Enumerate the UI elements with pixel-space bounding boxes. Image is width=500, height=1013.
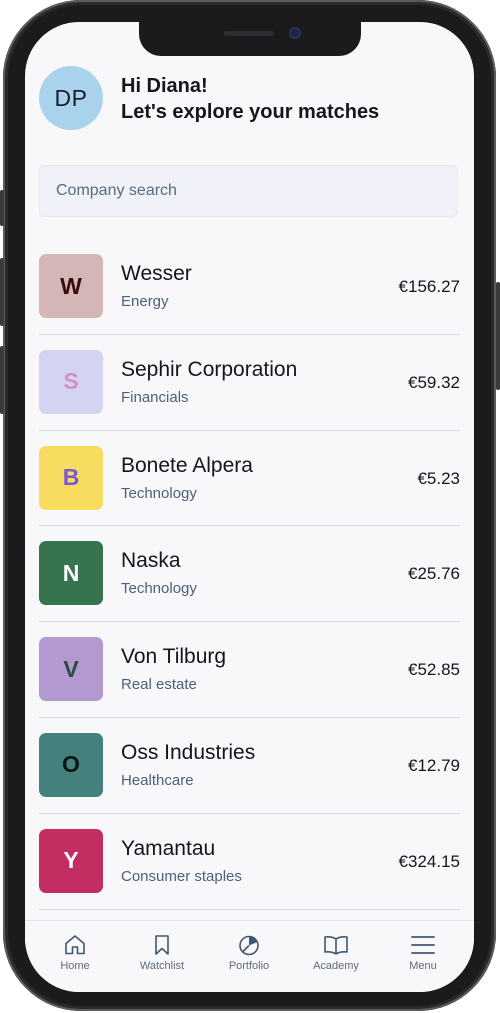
company-name: Naska [121, 549, 181, 573]
nav-portfolio-label: Portfolio [228, 960, 270, 972]
company-name: Wesser [121, 262, 192, 285]
company-name: Sephir Corporation [121, 357, 298, 381]
company-logo: S [39, 349, 103, 414]
company-logo: Y [39, 828, 103, 893]
book-icon [324, 936, 348, 955]
bottom-nav: Home Watchlist Portfolio Academy Menu [25, 920, 474, 992]
company-price: €12.79 [408, 755, 460, 775]
company-logo-initial: W [60, 272, 82, 299]
greeting-title: Hi Diana! [121, 75, 208, 97]
nav-watchlist[interactable]: Watchlist [119, 921, 205, 981]
company-row-bonete-alpera[interactable]: B Bonete Alpera Technology €5.23 [39, 431, 460, 527]
greeting-subtitle: Let's explore your matches [121, 101, 380, 123]
company-price: €52.85 [408, 660, 460, 680]
company-row-von-tilburg[interactable]: V Von Tilburg Real estate €52.85 [39, 622, 460, 718]
company-sector: Technology [121, 580, 197, 598]
company-search[interactable] [39, 165, 458, 217]
company-name: Yamantau [121, 836, 216, 860]
company-price: €59.32 [408, 372, 460, 392]
front-camera [289, 27, 301, 39]
company-sector: Real estate [121, 676, 197, 694]
company-sector: Consumer staples [121, 867, 242, 885]
company-logo: O [39, 732, 103, 797]
speaker [224, 31, 274, 36]
company-logo-initial: N [62, 559, 80, 586]
nav-home[interactable]: Home [32, 921, 118, 981]
bookmark-icon [155, 935, 169, 955]
avatar-initials: DP [54, 84, 88, 111]
company-row-sephir-corporation[interactable]: S Sephir Corporation Financials €59.32 [39, 335, 460, 431]
company-logo-initial: O [62, 751, 80, 778]
company-sector: Financials [121, 388, 189, 406]
nav-academy-label: Academy [313, 960, 359, 972]
company-price: €5.23 [417, 468, 460, 488]
search-input[interactable] [40, 166, 457, 216]
power-button [496, 282, 500, 390]
pie-chart-icon [239, 935, 259, 956]
company-logo: B [39, 445, 103, 510]
company-sector: Technology [121, 484, 197, 502]
nav-menu[interactable]: Menu [380, 921, 466, 981]
home-icon [65, 935, 85, 955]
company-price: €156.27 [398, 277, 460, 296]
nav-portfolio[interactable]: Portfolio [206, 921, 292, 981]
nav-watchlist-label: Watchlist [139, 960, 185, 972]
company-sector: Healthcare [121, 771, 194, 789]
company-logo-initial: Y [63, 847, 79, 874]
company-price: €25.76 [408, 564, 460, 584]
company-name: Oss Industries [121, 740, 256, 764]
avatar[interactable]: DP [39, 66, 103, 130]
nav-academy[interactable]: Academy [293, 921, 379, 981]
company-logo-initial: S [63, 368, 79, 395]
company-name: Von Tilburg [121, 645, 227, 669]
company-price: €324.15 [398, 851, 460, 871]
company-row-wesser[interactable]: W Wesser Energy €156.27 [39, 239, 460, 335]
company-row-oss-industries[interactable]: O Oss Industries Healthcare €12.79 [39, 718, 460, 814]
volume-down-button [0, 346, 4, 414]
company-logo: V [39, 637, 103, 702]
company-logo-initial: B [62, 464, 80, 491]
company-row-yamantau[interactable]: Y Yamantau Consumer staples €324.15 [39, 814, 460, 910]
company-sector: Energy [121, 293, 169, 310]
notch [139, 22, 361, 56]
greeting: Hi Diana! Let's explore your matches [121, 73, 379, 125]
company-logo: N [39, 541, 103, 606]
nav-home-label: Home [60, 960, 90, 972]
company-logo-initial: V [63, 655, 79, 682]
volume-up-button [0, 258, 4, 326]
company-list: W Wesser Energy €156.27 S Sephir Corpora… [39, 239, 460, 910]
hamburger-menu-icon [411, 936, 435, 954]
company-name: Bonete Alpera [121, 453, 253, 477]
company-logo: W [39, 254, 103, 318]
app-screen: DP Hi Diana! Let's explore your matches … [25, 22, 474, 992]
company-row-naska[interactable]: N Naska Technology €25.76 [39, 526, 460, 623]
nav-menu-label: Menu [409, 960, 437, 972]
silent-switch [0, 190, 4, 226]
